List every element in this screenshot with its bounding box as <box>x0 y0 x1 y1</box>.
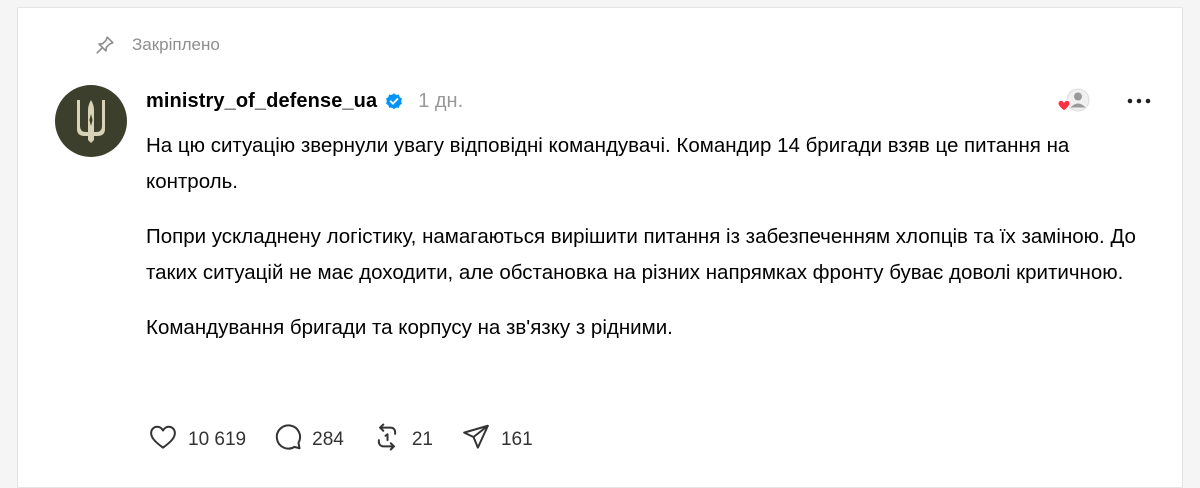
more-options-icon[interactable] <box>1126 97 1152 105</box>
avatar[interactable] <box>55 85 127 157</box>
reply-count: 284 <box>312 429 344 450</box>
reply-button[interactable]: 284 <box>272 422 344 458</box>
pinned-label: Закріплено <box>132 35 220 54</box>
like-button[interactable]: 10 619 <box>146 422 246 458</box>
verified-badge-icon <box>384 91 404 111</box>
post-paragraph: Командування бригади та корпусу на зв'яз… <box>146 316 673 339</box>
pin-icon <box>94 34 116 56</box>
repost-icon <box>370 422 404 458</box>
send-icon <box>459 422 493 458</box>
post-header: ministry_of_defense_ua 1 дн. <box>146 86 1152 116</box>
heart-icon <box>146 422 180 458</box>
post-paragraph: Попри ускладнену логістику, намагаються … <box>146 225 1136 284</box>
repost-count: 21 <box>411 429 433 450</box>
share-count: 161 <box>500 429 533 450</box>
post-body: На цю ситуацію звернули увагу відповідні… <box>146 128 1146 365</box>
share-button[interactable]: 161 <box>459 422 533 458</box>
repost-button[interactable]: 21 <box>370 422 433 458</box>
comment-icon <box>272 422 304 458</box>
post-paragraph: На цю ситуацію звернули увагу відповідні… <box>146 134 1070 193</box>
username-link[interactable]: ministry_of_defense_ua <box>146 90 377 113</box>
post-time[interactable]: 1 дн. <box>418 90 463 113</box>
trident-emblem-icon <box>77 100 105 143</box>
liked-by-avatars[interactable] <box>1056 86 1090 116</box>
like-count: 10 619 <box>188 429 247 450</box>
heart-icon <box>1057 99 1071 112</box>
post-card: Закріплено ministry_of_defense_ua 1 дн. <box>17 7 1183 488</box>
post-actions: 10 619 284 21 161 <box>146 422 533 458</box>
pinned-indicator: Закріплено <box>94 34 220 56</box>
